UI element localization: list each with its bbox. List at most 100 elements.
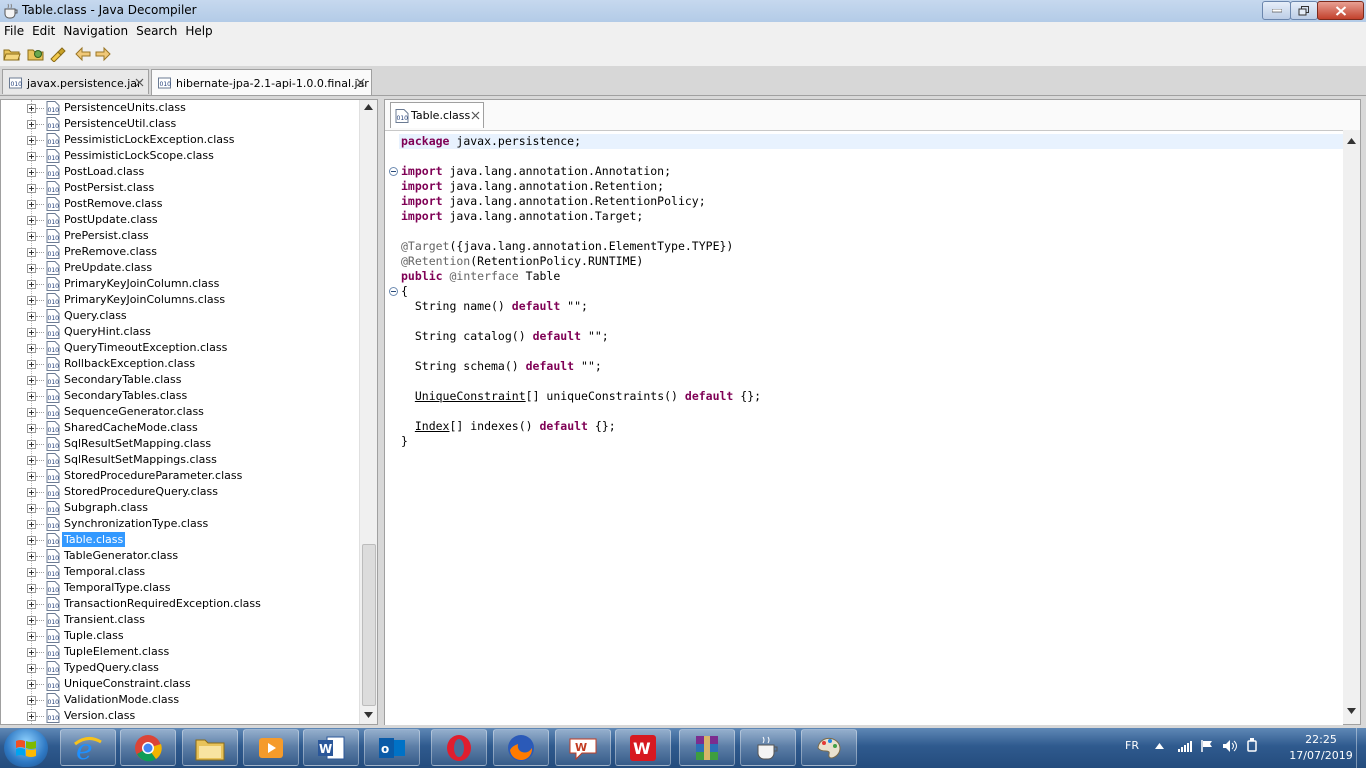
tree-node[interactable]: 010 TableGenerator.class (1, 548, 361, 564)
tree-node[interactable]: 010 TemporalType.class (1, 580, 361, 596)
volume-icon[interactable] (1222, 739, 1238, 753)
taskbar-opera[interactable] (431, 729, 487, 766)
expand-node-icon[interactable] (27, 568, 36, 577)
expand-node-icon[interactable] (27, 104, 36, 113)
expand-node-icon[interactable] (27, 248, 36, 257)
taskbar-internet-explorer[interactable]: e (60, 729, 116, 766)
menu-file[interactable]: File (0, 22, 28, 38)
tree-node[interactable]: 010 PrePersist.class (1, 228, 361, 244)
expand-node-icon[interactable] (27, 216, 36, 225)
expand-node-icon[interactable] (27, 664, 36, 673)
clock-time[interactable]: 22:25 (1296, 733, 1346, 746)
taskbar-firefox[interactable] (493, 729, 549, 766)
tree-node[interactable]: 010 QueryHint.class (1, 324, 361, 340)
open-type-icon[interactable] (27, 46, 45, 62)
tab-javax-persistence-jar[interactable]: 010 javax.persistence.jar (2, 69, 149, 94)
tree-node[interactable]: 010 SynchronizationType.class (1, 516, 361, 532)
class-tree[interactable]: 010 PersistenceUnits.class 010 PersistenceU… (0, 99, 378, 725)
unique-constraint-link[interactable]: UniqueConstraint (415, 389, 526, 403)
tree-node[interactable]: 010 PessimisticLockScope.class (1, 148, 361, 164)
tree-node[interactable]: 010 SecondaryTable.class (1, 372, 361, 388)
expand-node-icon[interactable] (27, 424, 36, 433)
menu-search[interactable]: Search (132, 22, 181, 38)
tree-node[interactable]: 010 PreUpdate.class (1, 260, 361, 276)
taskbar-java-decompiler[interactable] (740, 729, 796, 766)
tree-node[interactable]: 010 SqlResultSetMappings.class (1, 452, 361, 468)
tree-node[interactable]: 010 StoredProcedureParameter.class (1, 468, 361, 484)
expand-node-icon[interactable] (27, 136, 36, 145)
tree-node[interactable]: 010 PostLoad.class (1, 164, 361, 180)
expand-node-icon[interactable] (27, 520, 36, 529)
expand-node-icon[interactable] (27, 200, 36, 209)
expand-node-icon[interactable] (27, 536, 36, 545)
taskbar-winrar[interactable] (679, 729, 735, 766)
tree-node[interactable]: 010 StoredProcedureQuery.class (1, 484, 361, 500)
scroll-down-icon[interactable] (1347, 708, 1356, 714)
tab-hibernate-jpa-jar[interactable]: 010 hibernate-jpa-2.1-api-1.0.0.final.ja… (151, 69, 372, 95)
expand-node-icon[interactable] (27, 440, 36, 449)
taskbar-outlook[interactable]: o (364, 729, 420, 766)
taskbar-word[interactable]: W (303, 729, 359, 766)
expand-node-icon[interactable] (27, 552, 36, 561)
close-button[interactable] (1317, 1, 1364, 20)
menu-help[interactable]: Help (181, 22, 216, 38)
tree-node[interactable]: 010 PostUpdate.class (1, 212, 361, 228)
expand-node-icon[interactable] (27, 184, 36, 193)
editor-scrollbar[interactable] (1343, 130, 1360, 724)
maximize-button[interactable] (1290, 1, 1318, 20)
tree-node[interactable]: 010 PersistenceUtil.class (1, 116, 361, 132)
tree-node[interactable]: 010 QueryTimeoutException.class (1, 340, 361, 356)
tree-scroll-thumb[interactable] (362, 544, 376, 706)
tree-node[interactable]: 010 ValidationMode.class (1, 692, 361, 708)
taskbar-media-player[interactable] (243, 729, 299, 766)
close-tab-icon[interactable] (471, 111, 480, 120)
clock-date[interactable]: 17/07/2019 (1282, 749, 1360, 762)
index-link[interactable]: Index (415, 419, 450, 433)
expand-node-icon[interactable] (27, 152, 36, 161)
tree-node[interactable]: 010 PersistenceUnits.class (1, 100, 361, 116)
expand-node-icon[interactable] (27, 168, 36, 177)
code-view[interactable]: package javax.persistence; import java.l… (385, 130, 1343, 725)
taskbar-winamax[interactable]: W (615, 729, 671, 766)
tree-node[interactable]: 010 SecondaryTables.class (1, 388, 361, 404)
expand-node-icon[interactable] (27, 328, 36, 337)
expand-node-icon[interactable] (27, 376, 36, 385)
menu-navigation[interactable]: Navigation (59, 22, 132, 38)
expand-node-icon[interactable] (27, 504, 36, 513)
expand-node-icon[interactable] (27, 392, 36, 401)
collapse-imports-icon[interactable] (389, 167, 398, 176)
expand-node-icon[interactable] (27, 712, 36, 721)
tab-table-class[interactable]: 010 Table.class (390, 102, 484, 128)
tree-node[interactable]: 010 RollbackException.class (1, 356, 361, 372)
power-plug-icon[interactable] (1246, 738, 1258, 754)
tree-node[interactable]: 010 PostPersist.class (1, 180, 361, 196)
tree-node[interactable]: 010 Query.class (1, 308, 361, 324)
expand-node-icon[interactable] (27, 344, 36, 353)
scroll-up-icon[interactable] (1347, 138, 1356, 144)
expand-node-icon[interactable] (27, 472, 36, 481)
tree-node[interactable]: 010 SharedCacheMode.class (1, 420, 361, 436)
close-tab-icon[interactable] (356, 78, 365, 87)
tree-node[interactable]: 010 PessimisticLockException.class (1, 132, 361, 148)
minimize-button[interactable] (1262, 1, 1291, 20)
tree-node[interactable]: 010 Tuple.class (1, 628, 361, 644)
tree-node[interactable]: 010 Subgraph.class (1, 500, 361, 516)
tree-node[interactable]: 010 Transient.class (1, 612, 361, 628)
expand-node-icon[interactable] (27, 696, 36, 705)
expand-node-icon[interactable] (27, 120, 36, 129)
scroll-up-icon[interactable] (364, 104, 373, 110)
expand-node-icon[interactable] (27, 264, 36, 273)
forward-arrow-icon[interactable] (94, 46, 112, 62)
scroll-down-icon[interactable] (364, 712, 373, 718)
show-desktop-button[interactable] (1356, 728, 1366, 768)
expand-node-icon[interactable] (27, 232, 36, 241)
start-button[interactable] (4, 729, 48, 767)
network-signal-icon[interactable] (1178, 740, 1194, 752)
expand-node-icon[interactable] (27, 360, 36, 369)
search-flashlight-icon[interactable] (48, 46, 66, 62)
taskbar-paint[interactable] (801, 729, 857, 766)
tree-node[interactable]: 010 Table.class (1, 532, 361, 548)
menu-edit[interactable]: Edit (28, 22, 59, 38)
taskbar-chrome[interactable] (120, 729, 176, 766)
tree-node[interactable]: 010 TypedQuery.class (1, 660, 361, 676)
